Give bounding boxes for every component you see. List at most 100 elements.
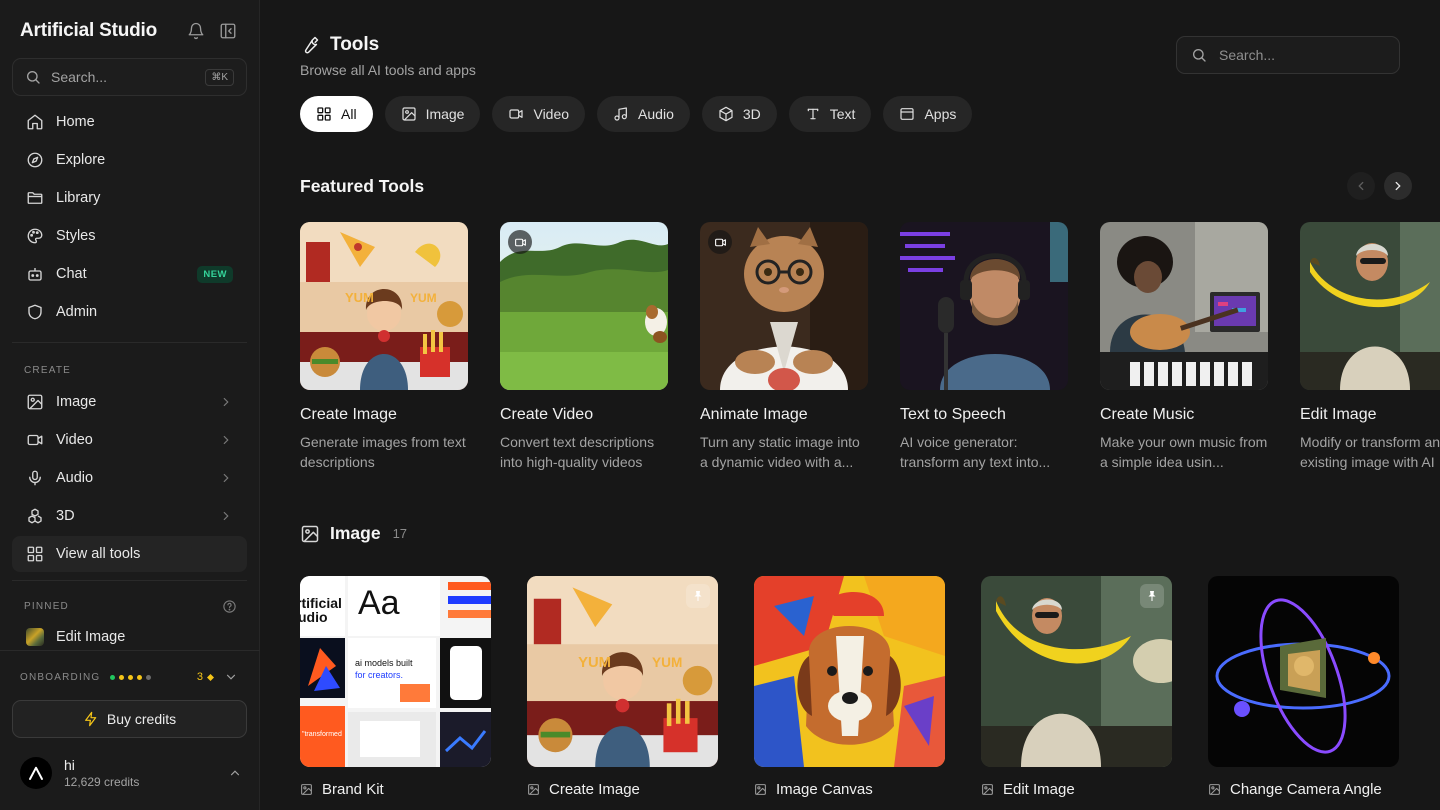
user-menu[interactable]: hi 12,629 credits — [20, 755, 242, 791]
onboarding-dot — [137, 674, 143, 680]
collapse-sidebar-icon[interactable] — [219, 22, 237, 40]
sidebar-item-explore[interactable]: Explore — [12, 142, 247, 178]
podcaster-photo — [900, 222, 1068, 390]
brand-title: Artificial Studio — [20, 20, 157, 41]
image-icon — [27, 394, 43, 410]
featured-card-create-image[interactable]: YUM YUM Create Image Generate images fro… — [300, 222, 468, 472]
carousel-prev-button[interactable] — [1347, 172, 1375, 200]
featured-card-text-to-speech[interactable]: Text to Speech AI voice generator: trans… — [900, 222, 1068, 472]
card-description: Generate images from text descriptions — [300, 434, 466, 470]
sidebar-item-label: Explore — [56, 152, 106, 168]
card-thumbnail: rtificial udio Aa ai models built for cr… — [300, 576, 491, 767]
card-title-row: Image Canvas — [754, 781, 945, 798]
pinned-item-thumbnail — [26, 628, 44, 646]
svg-text:YUM: YUM — [578, 655, 611, 671]
search-icon — [27, 71, 40, 84]
sidebar-item-label: View all tools — [56, 546, 141, 562]
sidebar-item-home[interactable]: Home — [12, 104, 247, 140]
image-icon — [401, 107, 416, 121]
featured-title: Featured Tools — [300, 176, 425, 196]
chevron-right-icon — [223, 397, 229, 407]
pin-button[interactable] — [686, 584, 710, 608]
card-thumbnail: YUM YUM — [300, 222, 468, 390]
sidebar-item-chat[interactable]: Chat NEW — [12, 256, 247, 292]
tool-card-change-camera-angle[interactable]: Change Camera Angle — [1208, 576, 1399, 798]
window-icon — [900, 108, 915, 120]
brand-kit-collage: rtificial udio Aa ai models built for cr… — [300, 576, 491, 767]
filter-all[interactable]: All — [300, 96, 373, 132]
sidebar-item-label: Chat — [56, 266, 87, 282]
filter-label: Apps — [924, 106, 957, 122]
filter-apps[interactable]: Apps — [883, 96, 973, 132]
sidebar-item-library[interactable]: Library — [12, 180, 247, 216]
card-description: AI voice generator: transform any text i… — [900, 434, 1051, 470]
divider — [12, 580, 247, 581]
svg-text:udio: udio — [300, 609, 328, 625]
video-badge — [708, 230, 732, 254]
help-icon[interactable] — [222, 599, 237, 614]
filter-text[interactable]: Text — [788, 96, 872, 132]
card-title: Change Camera Angle — [1230, 781, 1382, 798]
tools-search-input[interactable]: Search... — [1176, 36, 1400, 74]
featured-card-create-video[interactable]: Create Video Convert text descriptions i… — [500, 222, 668, 472]
sidebar-item-label: Styles — [56, 228, 96, 244]
user-info: hi 12,629 credits — [64, 757, 139, 789]
bot-icon — [28, 268, 42, 281]
sidebar-item-styles[interactable]: Styles — [12, 218, 247, 254]
tool-card-brand-kit[interactable]: rtificial udio Aa ai models built for cr… — [300, 576, 491, 798]
card-description: Turn any static image into a dynamic vid… — [700, 434, 860, 470]
card-thumbnail — [1100, 222, 1268, 390]
diamond-icon — [207, 673, 214, 681]
filter-audio[interactable]: Audio — [597, 96, 690, 132]
carousel-next-button[interactable] — [1384, 172, 1412, 200]
filter-label: Image — [425, 106, 465, 122]
music-icon — [614, 107, 627, 121]
onboarding-dots — [110, 674, 152, 680]
featured-carousel: YUM YUM Create Image Generate images fro… — [300, 222, 1440, 472]
onboarding-progress[interactable]: ONBOARDING 3 — [20, 670, 238, 684]
create-section-label: CREATE — [24, 365, 72, 376]
featured-card-edit-image[interactable]: Edit Image Modify or transform an existi… — [1300, 222, 1440, 472]
sidebar-item-view-all-tools[interactable]: View all tools — [12, 536, 247, 572]
buy-credits-label: Buy credits — [106, 711, 177, 727]
tool-card-create-image[interactable]: YUM YUM Create Image — [527, 576, 718, 798]
text-icon — [807, 108, 819, 120]
featured-card-create-music[interactable]: Create Music Make your own music from a … — [1100, 222, 1268, 472]
logo-icon — [29, 766, 43, 780]
compass-icon — [27, 152, 43, 168]
card-title-row: Brand Kit — [300, 781, 491, 798]
tool-card-image-canvas[interactable]: Image Canvas — [754, 576, 945, 798]
sidebar-item-create-video[interactable]: Video — [12, 422, 247, 458]
filter-image[interactable]: Image — [384, 96, 481, 132]
chevron-up-icon — [230, 770, 240, 776]
dog-painting — [754, 576, 945, 767]
svg-text:YUM: YUM — [652, 655, 682, 670]
filter-3d[interactable]: 3D — [701, 96, 777, 132]
buy-credits-button[interactable]: Buy credits — [12, 700, 247, 738]
lightning-icon — [84, 711, 97, 727]
card-thumbnail — [900, 222, 1068, 390]
sidebar-item-create-audio[interactable]: Audio — [12, 460, 247, 496]
featured-card-animate-image[interactable]: Animate Image Turn any static image into… — [700, 222, 868, 472]
image-section-count: 17 — [392, 526, 408, 541]
svg-text:for creators.: for creators. — [355, 670, 403, 680]
divider — [12, 342, 247, 343]
cube-icon — [719, 106, 733, 122]
sidebar-search[interactable]: Search... ⌘K — [12, 58, 247, 96]
tool-card-edit-image[interactable]: Edit Image — [981, 576, 1172, 798]
filter-label: 3D — [742, 106, 761, 122]
bell-icon[interactable] — [187, 22, 205, 40]
pin-icon — [694, 591, 702, 601]
cubes-icon — [28, 508, 42, 524]
filter-label: Video — [533, 106, 570, 122]
sidebar-item-label: Edit Image — [56, 629, 126, 645]
svg-text:YUM: YUM — [345, 290, 374, 305]
filter-video[interactable]: Video — [492, 96, 586, 132]
diner-illustration: YUM YUM — [300, 222, 468, 390]
sidebar-item-create-3d[interactable]: 3D — [12, 498, 247, 534]
card-title-row: Edit Image — [981, 781, 1172, 798]
video-icon — [514, 238, 526, 246]
sidebar-item-create-image[interactable]: Image — [12, 384, 247, 420]
pin-button[interactable] — [1140, 584, 1164, 608]
sidebar-item-admin[interactable]: Admin — [12, 294, 247, 330]
